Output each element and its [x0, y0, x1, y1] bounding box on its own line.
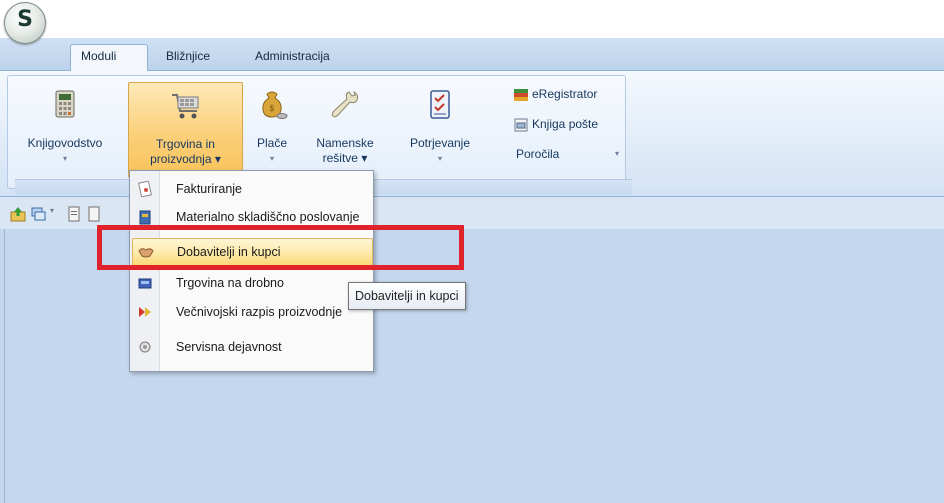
checklist-icon	[430, 90, 450, 119]
app-menu-button[interactable]: S	[4, 2, 46, 44]
namenske-label-line2: rešitve ▾	[322, 151, 368, 165]
calculator-icon	[55, 90, 75, 118]
namenske-label-line1: Namenske	[316, 136, 374, 150]
books-icon	[514, 88, 528, 101]
eregistrator-label: eRegistrator	[532, 87, 598, 101]
production-icon	[139, 307, 151, 317]
svg-text:$: $	[269, 104, 275, 114]
potrjevanje-label: Potrjevanje	[409, 136, 471, 150]
warehouse-icon	[139, 210, 151, 225]
chevron-down-icon: ▾	[437, 154, 442, 163]
place-label: Plače	[256, 136, 288, 150]
tab-administracija[interactable]: Administracija	[245, 45, 340, 69]
menu-item-vecnivojski-razpis-proizvodnje[interactable]: Večnivojski razpis proizvodnje	[132, 299, 371, 325]
menu-item-fakturiranje[interactable]: Fakturiranje	[132, 176, 371, 202]
menu-item-label: Trgovina na drobno	[176, 276, 284, 290]
upload-folder-icon[interactable]	[10, 206, 26, 222]
document-icon[interactable]	[66, 206, 82, 222]
eregistrator-button[interactable]: eRegistrator	[513, 84, 597, 104]
chevron-down-icon[interactable]: ▾	[50, 206, 54, 215]
tab-moduli[interactable]: Moduli	[70, 44, 148, 71]
knjigovodstvo-label: Knjigovodstvo	[27, 136, 103, 150]
trgovina-label-line1: Trgovina in	[156, 137, 215, 151]
wrench-icon	[331, 90, 359, 118]
invoice-icon	[138, 181, 152, 197]
chevron-down-icon: ▾	[615, 149, 620, 158]
trgovina-label-line2: proizvodnja ▾	[150, 152, 221, 166]
porocila-button[interactable]: Poročila ▾	[513, 144, 619, 164]
windows-icon[interactable]	[30, 206, 46, 222]
document-icon[interactable]	[86, 206, 102, 222]
tooltip: Dobavitelji in kupci	[348, 282, 466, 310]
knjigovodstvo-button[interactable]: Knjigovodstvo ▾	[12, 82, 118, 176]
cash-register-icon	[138, 278, 152, 289]
trgovina-dropdown-menu: Fakturiranje Materialno skladiščno poslo…	[129, 170, 374, 372]
knjiga-poste-label: Knjiga pošte	[532, 117, 599, 131]
namenske-resitve-button[interactable]: Namenske rešitve ▾	[306, 82, 384, 176]
chevron-down-icon: ▾	[62, 154, 67, 163]
trgovina-in-proizvodnja-button[interactable]: Trgovina in proizvodnja ▾	[128, 82, 243, 178]
highlight-annotation	[97, 225, 464, 270]
menu-item-label: Servisna dejavnost	[176, 340, 282, 354]
menu-item-label: Večnivojski razpis proizvodnje	[176, 305, 343, 319]
shopping-cart-icon	[171, 94, 198, 119]
place-button[interactable]: $ Plače ▾	[246, 82, 298, 176]
app-logo-letter: S	[17, 7, 33, 32]
knjiga-poste-button[interactable]: Knjiga pošte	[513, 114, 598, 134]
menu-item-label: Fakturiranje	[176, 182, 242, 196]
workspace-divider	[4, 229, 5, 503]
tab-bliznjice[interactable]: Bližnjice	[156, 45, 220, 69]
ribbon-tab-row: Moduli Bližnjice Administracija	[0, 38, 944, 71]
service-icon	[139, 341, 151, 353]
mail-book-icon	[514, 118, 528, 132]
menu-item-trgovina-na-drobno[interactable]: Trgovina na drobno	[132, 270, 371, 296]
menu-item-servisna-dejavnost[interactable]: Servisna dejavnost	[132, 334, 371, 360]
money-bag-icon: $	[262, 91, 288, 119]
porocila-label: Poročila	[516, 147, 560, 161]
title-bar	[0, 0, 944, 38]
chevron-down-icon: ▾	[269, 154, 274, 163]
potrjevanje-button[interactable]: Potrjevanje ▾	[394, 82, 486, 176]
